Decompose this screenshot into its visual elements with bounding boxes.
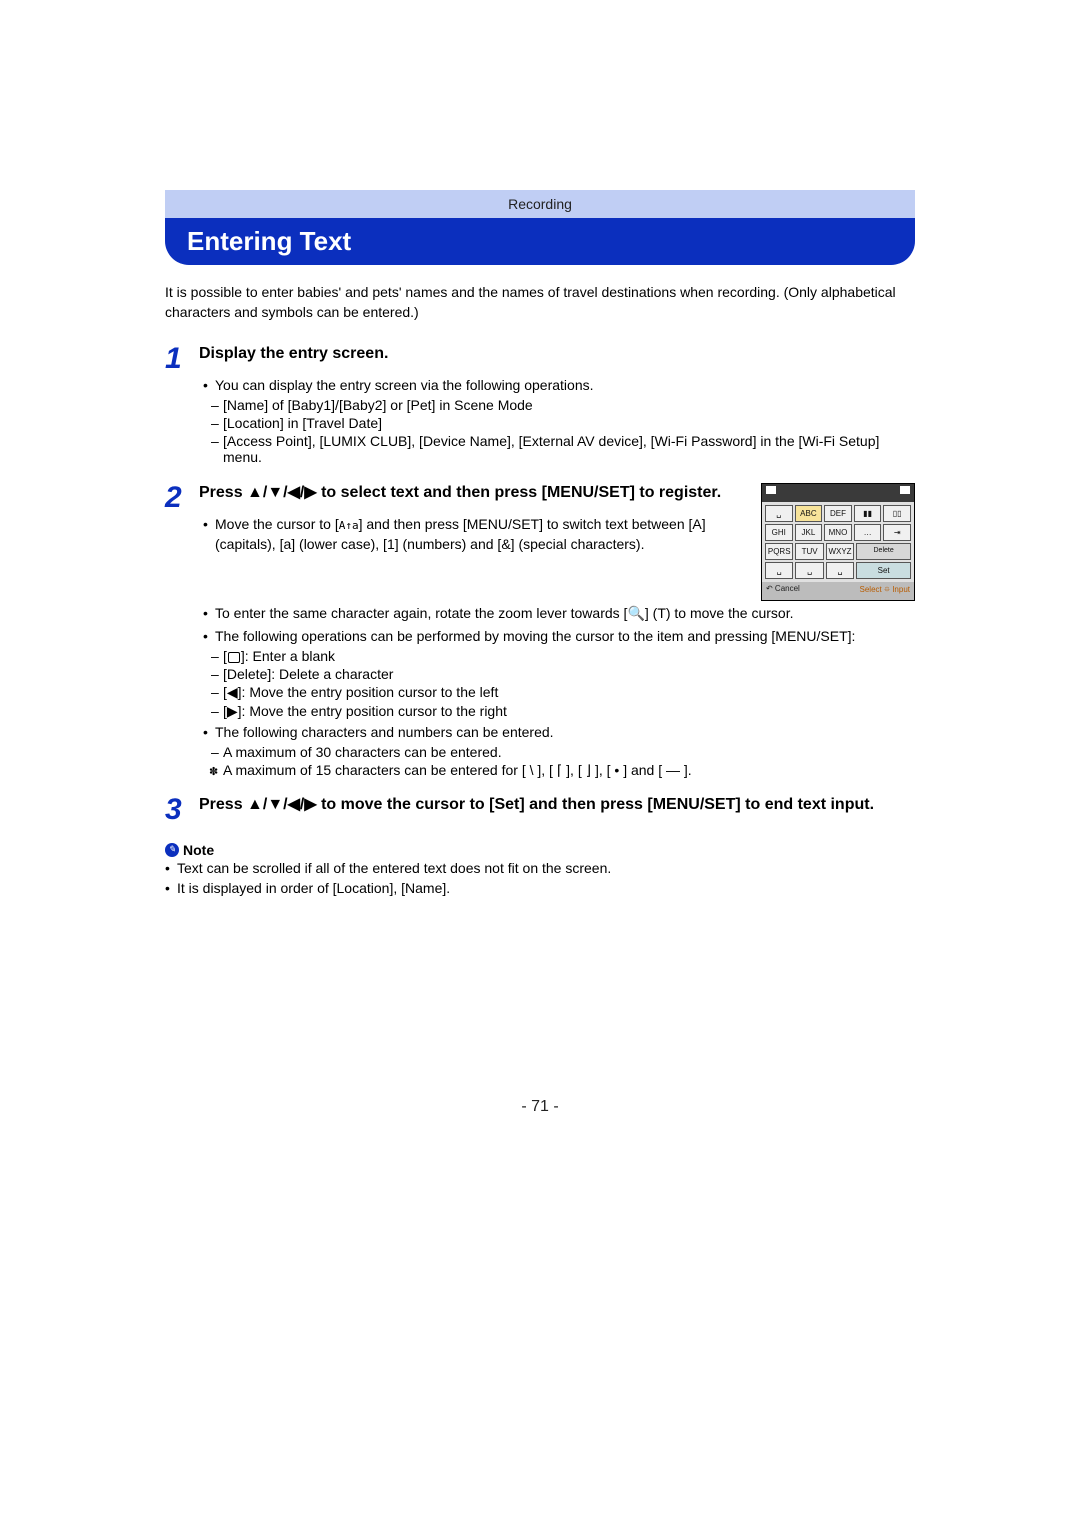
key-delete: Delete (856, 543, 911, 560)
sub-bullet: [◀]: Move the entry position cursor to t… (211, 684, 915, 701)
key: ▮▮ (854, 505, 882, 522)
key: ␣ (765, 505, 793, 522)
key: … (854, 524, 882, 541)
step-1: 1 Display the entry screen. You can disp… (165, 344, 915, 467)
bullet: You can display the entry screen via the… (203, 375, 915, 395)
key: ⇥ (883, 524, 911, 541)
intro-paragraph: It is possible to enter babies' and pets… (165, 283, 915, 322)
note-list: Text can be scrolled if all of the enter… (165, 858, 915, 899)
key: PQRS (765, 543, 793, 560)
sub-bullet: A maximum of 30 characters can be entere… (211, 744, 915, 760)
bullet: Move the cursor to [A↑a] and then press … (203, 514, 747, 555)
page-title: Entering Text (165, 218, 915, 265)
star-note: A maximum of 15 characters can be entere… (199, 762, 915, 779)
category-bar: Recording (165, 190, 915, 218)
key: ␣ (826, 562, 854, 579)
bullet: To enter the same character again, rotat… (203, 603, 915, 623)
text: ] (T) to move the cursor. (645, 605, 794, 621)
zoom-icon: 🔍 (627, 605, 644, 621)
sub-bullet: [Location] in [Travel Date] (211, 415, 915, 431)
key: TUV (795, 543, 823, 560)
step-3: 3 Press ▲/▼/◀/▶ to move the cursor to [S… (165, 795, 915, 826)
step-heading: Press ▲/▼/◀/▶ to move the cursor to [Set… (199, 795, 915, 816)
manual-page: Recording Entering Text It is possible t… (0, 0, 1080, 1526)
sub-bullet: [Access Point], [LUMIX CLUB], [Device Na… (211, 433, 915, 465)
bullet: The following operations can be performe… (203, 626, 915, 646)
text: Move the cursor to [ (215, 516, 339, 532)
key: MNO (824, 524, 852, 541)
step-2: 2 Press ▲/▼/◀/▶ to select text and then … (165, 483, 915, 779)
step-number: 3 (165, 795, 199, 826)
kbd-select-label: Select ⯐ Input (860, 584, 910, 598)
key: DEF (824, 505, 852, 522)
key: ␣ (765, 562, 793, 579)
note-icon: ✎ (165, 843, 179, 857)
sub-bullet: [ ]: Enter a blank (211, 648, 915, 664)
sub-bullet: [▶]: Move the entry position cursor to t… (211, 703, 915, 720)
onscreen-keyboard-figure: ␣ ABC DEF ▮▮ ▯▯ GHI JKL MNO … ⇥ (761, 483, 915, 601)
step-number: 2 (165, 483, 199, 779)
key: ␣ (795, 562, 823, 579)
step-number: 1 (165, 344, 199, 467)
key: GHI (765, 524, 793, 541)
blank-icon (228, 652, 240, 663)
key: ▯▯ (883, 505, 911, 522)
switch-case-icon: A↑a (339, 519, 359, 532)
kbd-cancel-label: ↶ Cancel (766, 584, 800, 598)
text: ]: Enter a blank (241, 648, 335, 664)
sub-bullet: [Delete]: Delete a character (211, 666, 915, 682)
page-number: - 71 - (0, 1098, 1080, 1116)
step-heading: Display the entry screen. (199, 344, 915, 365)
key-set: Set (856, 562, 911, 579)
key-selected: ABC (795, 505, 823, 522)
note-label: Note (183, 842, 214, 858)
step-heading: Press ▲/▼/◀/▶ to select text and then pr… (199, 483, 747, 504)
text: [ (223, 648, 227, 664)
note-heading: ✎ Note (165, 842, 915, 858)
text: To enter the same character again, rotat… (215, 605, 627, 621)
sub-bullet: [Name] of [Baby1]/[Baby2] or [Pet] in Sc… (211, 397, 915, 413)
key: WXYZ (826, 543, 854, 560)
note-bullet: It is displayed in order of [Location], … (165, 878, 915, 898)
note-bullet: Text can be scrolled if all of the enter… (165, 858, 915, 878)
bullet: The following characters and numbers can… (203, 722, 915, 742)
key: JKL (795, 524, 823, 541)
